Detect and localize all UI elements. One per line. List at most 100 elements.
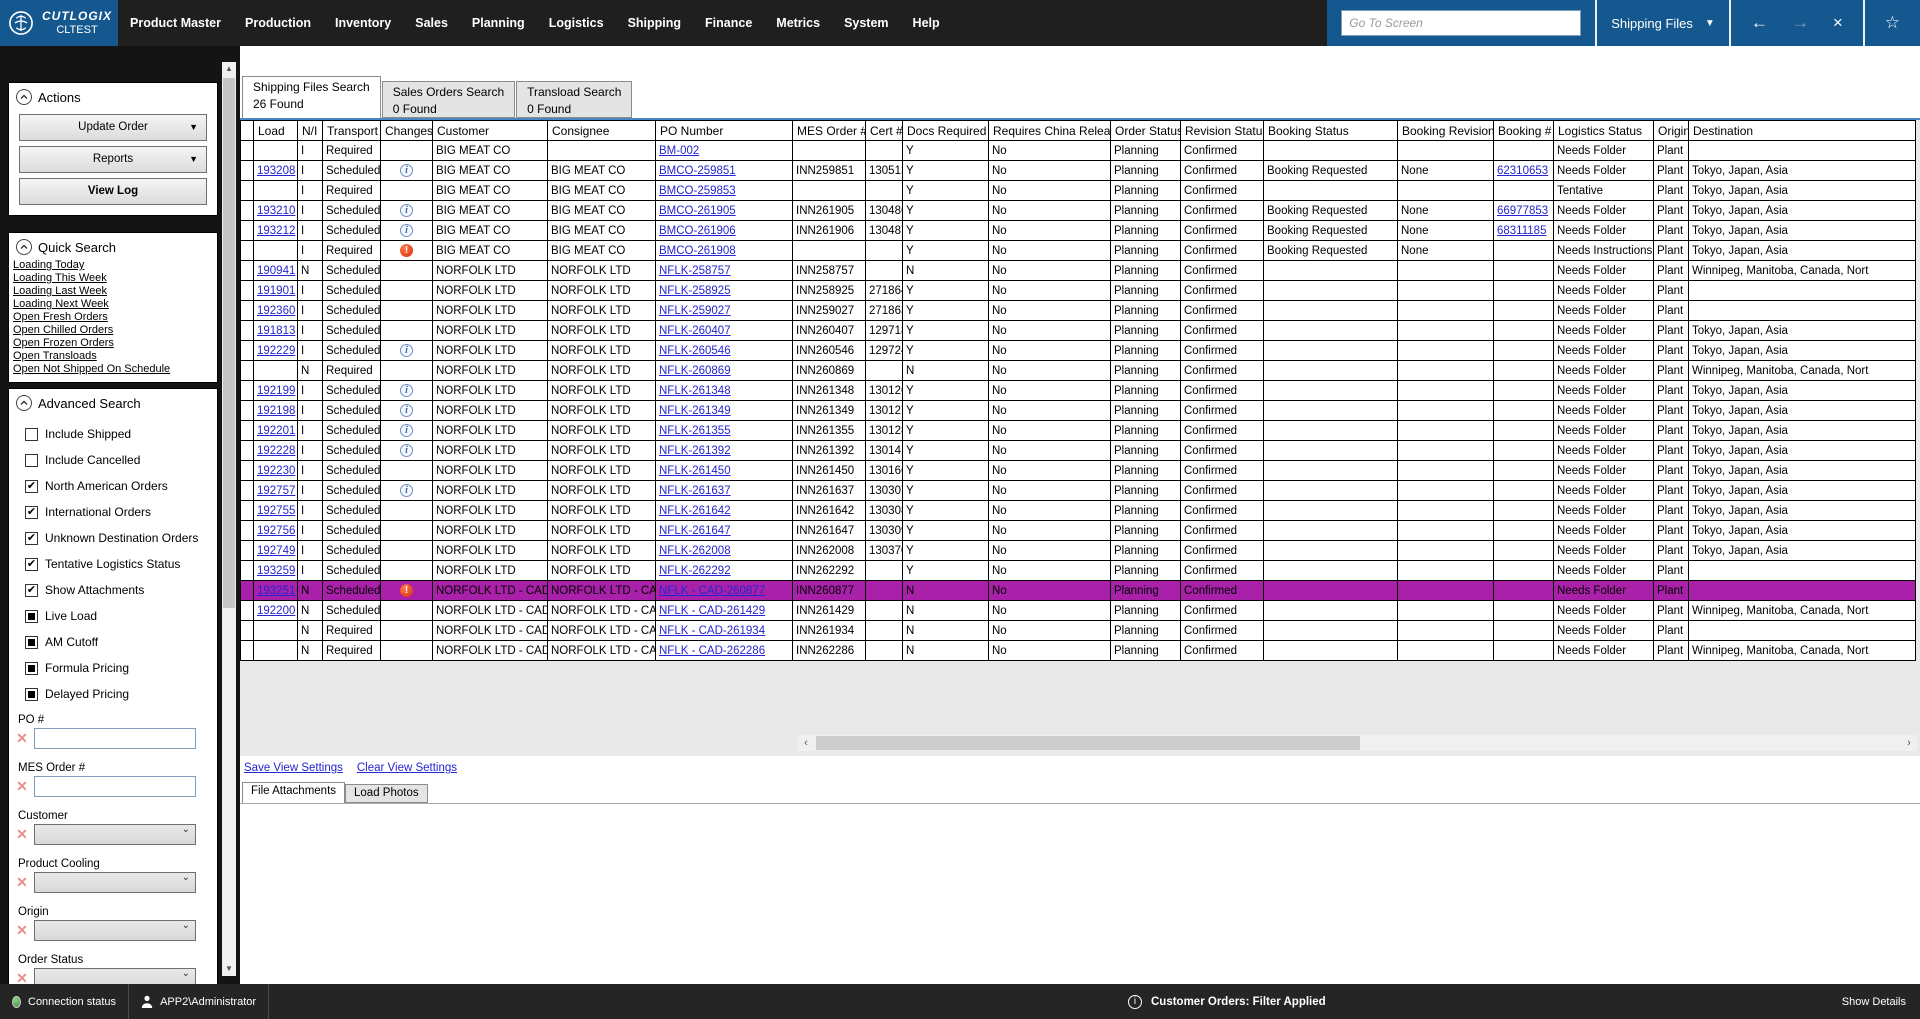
- go-to-screen-input[interactable]: [1341, 10, 1581, 36]
- po-link[interactable]: NFLK-261392: [659, 445, 731, 457]
- info-icon[interactable]: i: [400, 204, 413, 217]
- clear-field-icon[interactable]: ✕: [14, 922, 30, 939]
- po-link[interactable]: NFLK-262292: [659, 565, 731, 577]
- grid-row[interactable]: 192199ISchedulediNORFOLK LTDNORFOLK LTDN…: [241, 381, 1916, 401]
- alert-icon[interactable]: !: [400, 584, 413, 597]
- nav-item-help[interactable]: Help: [901, 16, 952, 30]
- column-header-consignee[interactable]: Consignee: [548, 121, 656, 141]
- column-header-customer[interactable]: Customer: [433, 121, 548, 141]
- column-header-po-number[interactable]: PO Number: [656, 121, 793, 141]
- grid-row[interactable]: 192230IScheduledNORFOLK LTDNORFOLK LTDNF…: [241, 461, 1916, 481]
- checkbox-unknown-destination-orders[interactable]: Unknown Destination Orders: [25, 531, 217, 545]
- quick-search-link[interactable]: Open Fresh Orders: [13, 311, 217, 323]
- load-link[interactable]: 192200: [257, 605, 295, 617]
- po-link[interactable]: NFLK - CAD-262286: [659, 645, 765, 657]
- grid-row[interactable]: IRequired!BIG MEAT COBIG MEAT COBMCO-261…: [241, 241, 1916, 261]
- column-header-booking-status[interactable]: Booking Status: [1264, 121, 1398, 141]
- alert-icon[interactable]: !: [400, 244, 413, 257]
- booking_no-link[interactable]: 66977853: [1497, 205, 1548, 217]
- horizontal-scrollbar[interactable]: ‹ ›: [798, 735, 1917, 751]
- clear-view-settings-link[interactable]: Clear View Settings: [357, 762, 457, 774]
- checkbox-icon[interactable]: [25, 636, 38, 649]
- checkbox-icon[interactable]: [25, 688, 38, 701]
- load-link[interactable]: 193212: [257, 225, 295, 237]
- column-header-cert-[interactable]: Cert #: [866, 121, 903, 141]
- quick-search-link[interactable]: Open Chilled Orders: [13, 324, 217, 336]
- nav-item-product-master[interactable]: Product Master: [118, 16, 233, 30]
- grid-row[interactable]: 193208ISchedulediBIG MEAT COBIG MEAT COB…: [241, 161, 1916, 181]
- load-link[interactable]: 193251: [257, 585, 295, 597]
- column-header-load[interactable]: Load: [254, 121, 298, 141]
- load-link[interactable]: 192228: [257, 445, 295, 457]
- column-header-booking-revision[interactable]: Booking Revision: [1398, 121, 1494, 141]
- quick-search-link[interactable]: Loading Last Week: [13, 285, 217, 297]
- info-icon[interactable]: i: [400, 404, 413, 417]
- po-link[interactable]: NFLK-260546: [659, 345, 731, 357]
- back-arrow-icon[interactable]: ←: [1739, 13, 1780, 33]
- load-link[interactable]: 193210: [257, 205, 295, 217]
- order-status-dropdown[interactable]: [34, 968, 196, 984]
- grid-row[interactable]: 192755IScheduledNORFOLK LTDNORFOLK LTDNF…: [241, 501, 1916, 521]
- grid-row[interactable]: 190941NScheduledNORFOLK LTDNORFOLK LTDNF…: [241, 261, 1916, 281]
- nav-item-finance[interactable]: Finance: [693, 16, 764, 30]
- load-link[interactable]: 191901: [257, 285, 295, 297]
- scroll-up-arrow-icon[interactable]: ▲: [222, 62, 236, 76]
- po-link[interactable]: BMCO-261905: [659, 205, 736, 217]
- checkbox-show-attachments[interactable]: Show Attachments: [25, 583, 217, 597]
- scroll-right-arrow-icon[interactable]: ›: [1901, 737, 1917, 749]
- screen-selector-dropdown[interactable]: Shipping Files ▼: [1597, 0, 1729, 46]
- load-link[interactable]: 191813: [257, 325, 295, 337]
- reports-button[interactable]: Reports▼: [19, 146, 207, 173]
- po-link[interactable]: NFLK-261349: [659, 405, 731, 417]
- checkbox-icon[interactable]: [25, 532, 38, 545]
- checkbox-icon[interactable]: [25, 610, 38, 623]
- load-link[interactable]: 192230: [257, 465, 295, 477]
- po-link[interactable]: BMCO-261908: [659, 245, 736, 257]
- quick-search-link[interactable]: Loading Next Week: [13, 298, 217, 310]
- po-link[interactable]: NFLK-259027: [659, 305, 731, 317]
- po-link[interactable]: NFLK-261355: [659, 425, 731, 437]
- customer-dropdown[interactable]: [34, 824, 196, 845]
- scroll-left-arrow-icon[interactable]: ‹: [798, 737, 814, 749]
- load-link[interactable]: 192201: [257, 425, 295, 437]
- po-link[interactable]: NFLK-260869: [659, 365, 731, 377]
- grid-row[interactable]: 193259IScheduledNORFOLK LTDNORFOLK LTDNF…: [241, 561, 1916, 581]
- load-link[interactable]: 192199: [257, 385, 295, 397]
- grid-row[interactable]: IRequiredBIG MEAT COBIG MEAT COBMCO-2598…: [241, 181, 1916, 201]
- grid-row[interactable]: 192749IScheduledNORFOLK LTDNORFOLK LTDNF…: [241, 541, 1916, 561]
- grid-row[interactable]: NRequiredNORFOLK LTD - CADNORFOLK LTD - …: [241, 621, 1916, 641]
- booking_no-link[interactable]: 68311185: [1497, 225, 1546, 237]
- tab-shipping-files-search[interactable]: Shipping Files Search26 Found: [242, 76, 381, 118]
- quick-search-link[interactable]: Loading Today: [13, 259, 217, 271]
- po-link[interactable]: NFLK-260407: [659, 325, 731, 337]
- grid-row[interactable]: 191901IScheduledNORFOLK LTDNORFOLK LTDNF…: [241, 281, 1916, 301]
- po-link[interactable]: NFLK - CAD-260877: [659, 585, 765, 597]
- nav-item-sales[interactable]: Sales: [403, 16, 460, 30]
- checkbox-tentative-logistics-status[interactable]: Tentative Logistics Status: [25, 557, 217, 571]
- po-link[interactable]: NFLK-261637: [659, 485, 731, 497]
- scrollbar-thumb[interactable]: [816, 736, 1360, 750]
- show-details-button[interactable]: Show Details: [1842, 996, 1906, 1008]
- checkbox-live-load[interactable]: Live Load: [25, 609, 217, 623]
- checkbox-include-cancelled[interactable]: Include Cancelled: [25, 453, 217, 467]
- checkbox-north-american-orders[interactable]: North American Orders: [25, 479, 217, 493]
- checkbox-icon[interactable]: [25, 428, 38, 441]
- checkbox-icon[interactable]: [25, 584, 38, 597]
- clear-field-icon[interactable]: ✕: [14, 874, 30, 891]
- sidebar-scrollbar[interactable]: ▲ ▼: [222, 62, 236, 976]
- grid-row[interactable]: 192200NScheduledNORFOLK LTD - CADNORFOLK…: [241, 601, 1916, 621]
- po--input[interactable]: [34, 728, 196, 749]
- scrollbar-track[interactable]: [814, 735, 1901, 751]
- grid-row[interactable]: 192198ISchedulediNORFOLK LTDNORFOLK LTDN…: [241, 401, 1916, 421]
- checkbox-icon[interactable]: [25, 506, 38, 519]
- checkbox-icon[interactable]: [25, 558, 38, 571]
- info-icon[interactable]: i: [400, 344, 413, 357]
- po-link[interactable]: BMCO-259851: [659, 165, 736, 177]
- grid-row[interactable]: IRequiredBIG MEAT COBM-002YNoPlanningCon…: [241, 141, 1916, 161]
- po-link[interactable]: NFLK-261647: [659, 525, 731, 537]
- nav-item-logistics[interactable]: Logistics: [537, 16, 616, 30]
- grid-row[interactable]: 192757ISchedulediNORFOLK LTDNORFOLK LTDN…: [241, 481, 1916, 501]
- grid-row[interactable]: 192229ISchedulediNORFOLK LTDNORFOLK LTDN…: [241, 341, 1916, 361]
- forward-arrow-icon[interactable]: →: [1780, 13, 1821, 33]
- po-link[interactable]: NFLK-261642: [659, 505, 731, 517]
